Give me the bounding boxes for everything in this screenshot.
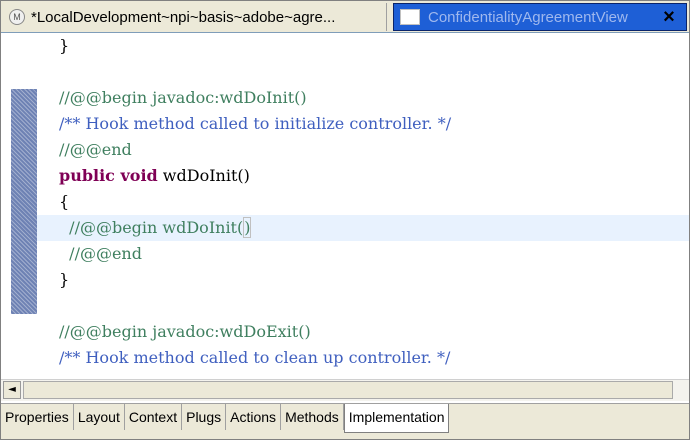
view-tabs: Properties Layout Context Plugs Actions Metho… xyxy=(1,403,689,439)
editor-tab-local-development[interactable]: M *LocalDevelopment~npi~basis~adobe~agre… xyxy=(3,3,387,31)
code-line[interactable]: //@@begin wdDoInit() xyxy=(37,215,689,241)
tab-plugs[interactable]: Plugs xyxy=(182,404,227,430)
code-line[interactable]: } xyxy=(37,33,689,59)
code-line[interactable]: /** Hook method called to clean up contr… xyxy=(37,345,689,371)
code-token: //@@begin javadoc:wdDoExit() xyxy=(59,322,311,341)
view-icon xyxy=(400,9,420,25)
tab-methods[interactable]: Methods xyxy=(281,404,344,430)
horizontal-scrollbar[interactable]: ◄ xyxy=(1,379,689,401)
code-line[interactable] xyxy=(37,59,689,85)
code-token: /** Hook method called to clean up contr… xyxy=(59,348,451,367)
code-token: //@@end xyxy=(59,140,132,159)
code-token: //@@begin javadoc:wdDoInit() xyxy=(59,88,307,107)
code-line[interactable]: { xyxy=(37,189,689,215)
scrollbar-thumb[interactable] xyxy=(23,381,673,399)
code-line[interactable]: public void wdDoInit() xyxy=(37,163,689,189)
method-icon: M xyxy=(9,9,25,25)
editor-tab-bar: M *LocalDevelopment~npi~basis~adobe~agre… xyxy=(1,1,689,33)
tab-layout[interactable]: Layout xyxy=(74,404,125,430)
editor-window: M *LocalDevelopment~npi~basis~adobe~agre… xyxy=(0,0,690,440)
code-token: { xyxy=(59,192,70,211)
tab-context[interactable]: Context xyxy=(125,404,183,430)
method-range-indicator xyxy=(11,89,37,314)
editor-tab-label: *LocalDevelopment~npi~basis~adobe~agre..… xyxy=(31,8,336,26)
code-line[interactable]: //@@begin javadoc:wdDoExit() xyxy=(37,319,689,345)
tab-implementation[interactable]: Implementation xyxy=(343,404,450,433)
code-line[interactable]: } xyxy=(37,267,689,293)
code-token: //@@begin wdDoInit( xyxy=(69,218,244,237)
code-token: } xyxy=(59,36,70,55)
code-line[interactable] xyxy=(37,293,689,319)
code-line[interactable]: //@@end xyxy=(37,371,689,377)
code-token: //@@end xyxy=(59,374,132,377)
code-token: /** Hook method called to initialize con… xyxy=(59,114,452,133)
editor-tab-confidentiality-agreement-view[interactable]: ConfidentialityAgreementView × xyxy=(393,3,687,31)
code-line[interactable]: /** Hook method called to initialize con… xyxy=(37,111,689,137)
code-line[interactable]: //@@end xyxy=(37,137,689,163)
code-token: } xyxy=(59,270,70,289)
code-token: //@@end xyxy=(69,244,142,263)
code-area[interactable]: } //@@begin javadoc:wdDoInit() /** Hook me… xyxy=(37,33,689,377)
tab-properties[interactable]: Properties xyxy=(1,404,74,430)
editor-ruler xyxy=(1,33,37,377)
code-token: wdDoInit() xyxy=(157,166,250,185)
code-editor[interactable]: } //@@begin javadoc:wdDoInit() /** Hook me… xyxy=(1,33,689,377)
code-token: ) xyxy=(243,217,252,238)
editor-tab-label: ConfidentialityAgreementView xyxy=(428,8,628,26)
code-token: public void xyxy=(59,166,158,185)
scroll-left-arrow-icon[interactable]: ◄ xyxy=(3,381,21,399)
code-line[interactable]: //@@begin javadoc:wdDoInit() xyxy=(37,85,689,111)
code-line[interactable]: //@@end xyxy=(37,241,689,267)
close-icon[interactable]: × xyxy=(658,5,680,29)
tab-actions[interactable]: Actions xyxy=(226,404,282,430)
